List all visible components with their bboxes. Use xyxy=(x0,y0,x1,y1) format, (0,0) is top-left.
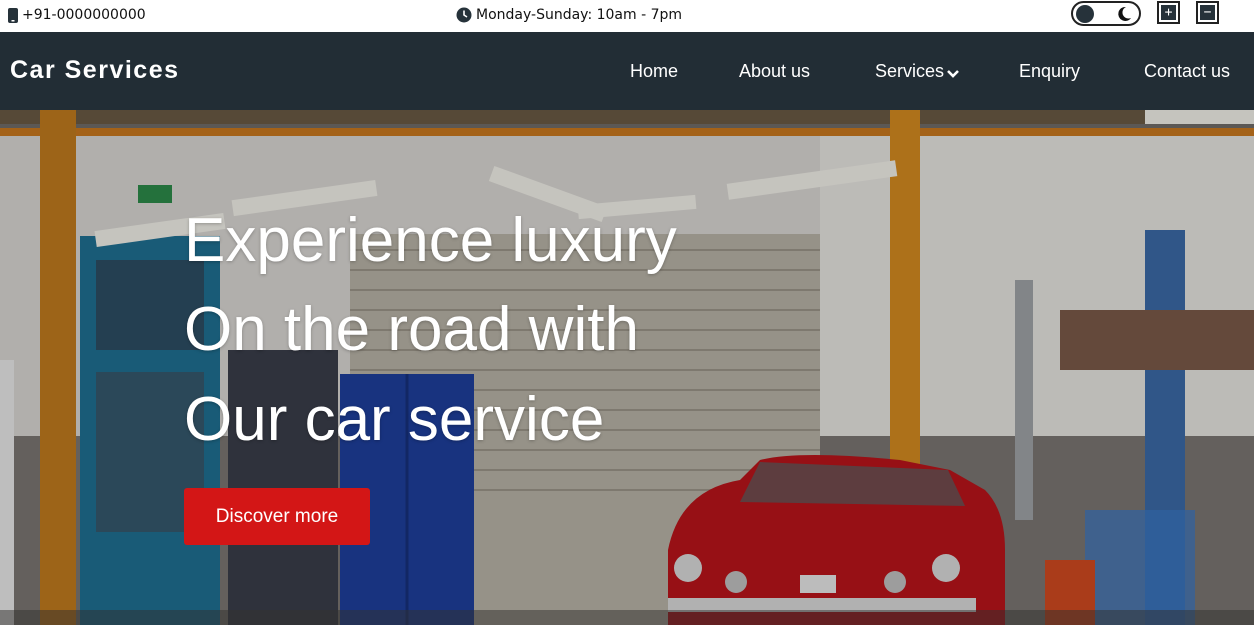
nav-link-home[interactable]: Home xyxy=(630,61,678,82)
phone-icon xyxy=(8,7,18,23)
nav-link-label: About us xyxy=(739,61,811,81)
business-hours: Monday-Sunday: 10am - 7pm xyxy=(456,7,682,23)
zoom-in-button[interactable]: + xyxy=(1157,1,1180,24)
toggle-knob xyxy=(1076,5,1094,23)
nav-link-about[interactable]: About us xyxy=(739,61,810,82)
hero-headline-line-1: Experience luxury xyxy=(184,206,677,275)
hero-overlay xyxy=(0,110,1254,625)
zoom-in-label: + xyxy=(1161,5,1176,20)
nav-link-label: Enquiry xyxy=(1019,61,1081,81)
chevron-down-icon xyxy=(947,69,959,78)
hero-headline-line-2: On the road with xyxy=(184,295,639,364)
nav-link-enquiry[interactable]: Enquiry xyxy=(1019,61,1080,82)
phone-contact: +91-0000000000 xyxy=(8,7,146,23)
nav-link-label: Home xyxy=(630,61,679,81)
nav-link-label: Contact us xyxy=(1144,61,1231,81)
phone-number: +91-0000000000 xyxy=(22,7,146,23)
nav-link-services[interactable]: Services xyxy=(875,61,960,82)
zoom-out-button[interactable]: − xyxy=(1196,1,1219,24)
nav-link-label: Services xyxy=(875,61,945,81)
hours-text: Monday-Sunday: 10am - 7pm xyxy=(476,7,683,23)
main-navbar: Car Services Home About us Services Enqu… xyxy=(0,32,1254,110)
hero-headline-line-3: Our car service xyxy=(184,385,605,454)
discover-more-button[interactable]: Discover more xyxy=(184,488,370,545)
nav-link-contact[interactable]: Contact us xyxy=(1144,61,1230,82)
dark-mode-toggle[interactable] xyxy=(1071,1,1141,26)
clock-icon xyxy=(456,7,472,23)
site-brand[interactable]: Car Services xyxy=(10,56,180,85)
top-info-bar: +91-0000000000 Monday-Sunday: 10am - 7pm… xyxy=(0,0,1254,32)
zoom-out-label: − xyxy=(1200,5,1215,20)
moon-icon xyxy=(1118,6,1131,21)
hero-section: Experience luxury On the road with Our c… xyxy=(0,110,1254,625)
